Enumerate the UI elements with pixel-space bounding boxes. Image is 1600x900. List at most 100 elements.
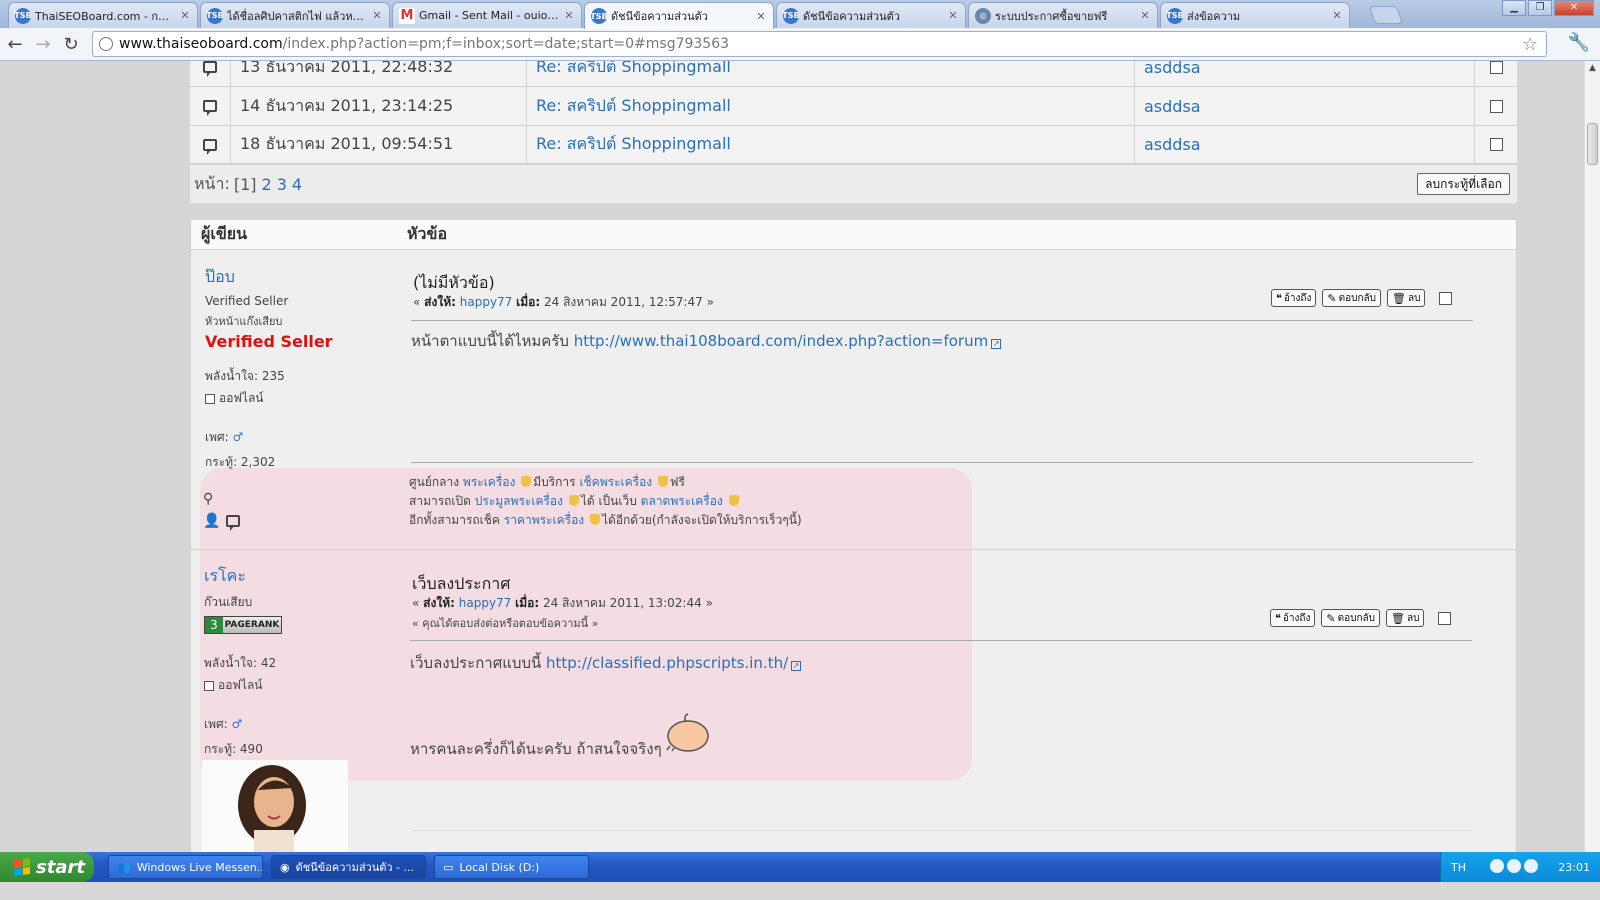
- buddy-icon[interactable]: 👤: [203, 513, 220, 529]
- reply-note-text: คุณได้ตอบส่งต่อหรือตอบข้อความนี้: [422, 617, 589, 630]
- thaiseoboard-favicon-icon: TSB: [206, 7, 224, 24]
- close-tab-icon[interactable]: ✕: [563, 9, 575, 22]
- gender-label: เพศ:: [205, 430, 229, 444]
- body-link[interactable]: http://www.thai108board.com/index.php?ac…: [574, 332, 989, 350]
- delete-button[interactable]: 🗑 ลบ: [1385, 609, 1425, 627]
- tab-send-message[interactable]: TSB ส่งข้อความ ✕: [1160, 2, 1350, 28]
- recipient-link[interactable]: happy77: [460, 295, 513, 309]
- post-author-panel: ป๊อบ Verified Seller หัวหน้าแก๊งเสียบ Ve…: [205, 265, 333, 472]
- sig-link[interactable]: ราคาพระเครื่อง: [504, 513, 584, 527]
- forward-arrow-icon[interactable]: →: [30, 31, 56, 57]
- reload-icon[interactable]: ↻: [58, 31, 84, 57]
- post-author-panel: เรโคะ ก๊วนเสียบ 3 PAGERANK พลังน้ำใจ: 42…: [204, 564, 282, 759]
- tab-thaiseoboard[interactable]: TSB ThaiSEOBoard.com - กลยุทธ S ✕: [8, 2, 198, 28]
- body-link[interactable]: http://classified.phpscripts.in.th/: [546, 654, 788, 672]
- restore-icon[interactable]: ❐: [1528, 0, 1552, 16]
- sig-link[interactable]: ตลาดพระเครื่อง: [641, 494, 723, 508]
- tray-volume-icon[interactable]: [1523, 858, 1538, 873]
- tray-network-icon[interactable]: [1506, 858, 1521, 873]
- emoticon-image: [666, 712, 710, 752]
- post-body-line2: หารคนละครึ่งก็ได้นะครับ ถ้าสนใจจริงๆ: [410, 737, 662, 761]
- tab-pm-index[interactable]: TSB ดัชนีข้อความส่วนตัว ✕: [776, 2, 966, 28]
- close-window-icon[interactable]: ✕: [1554, 0, 1594, 16]
- close-tab-icon[interactable]: ✕: [179, 9, 191, 22]
- message-select-checkbox[interactable]: [1489, 138, 1503, 151]
- tray-app-icon[interactable]: [1489, 858, 1504, 873]
- tab-pm-index-active[interactable]: TSB ดัชนีข้อความส่วนตัว ✕: [584, 2, 774, 29]
- tab-label: ดัชนีข้อความส่วนตัว: [611, 10, 708, 23]
- new-tab-button[interactable]: [1368, 6, 1404, 24]
- close-tab-icon[interactable]: ✕: [755, 10, 767, 23]
- reply-button[interactable]: ✎ ตอบกลับ: [1322, 289, 1381, 307]
- table-row[interactable]: 13 ธันวาคม 2011, 22:48:32 Re: สคริปต์ Sh…: [190, 61, 1517, 86]
- taskbar-item-messenger[interactable]: 👥 Windows Live Messen...: [108, 855, 263, 879]
- message-subject-link[interactable]: Re: สคริปต์ Shoppingmall: [527, 61, 1135, 86]
- tab-strip: TSB ThaiSEOBoard.com - กลยุทธ S ✕ TSB ได…: [0, 0, 1600, 29]
- start-button[interactable]: start: [0, 852, 94, 882]
- taskbar-label: Local Disk (D:): [459, 860, 540, 874]
- send-pm-icon[interactable]: [226, 515, 241, 531]
- address-bar[interactable]: www.thaiseoboard.com/index.php?action=pm…: [92, 31, 1547, 57]
- language-indicator[interactable]: TH: [1451, 861, 1466, 874]
- page-link[interactable]: 4: [292, 175, 302, 194]
- bookmark-star-icon[interactable]: ☆: [1522, 34, 1538, 55]
- scroll-thumb[interactable]: [1587, 123, 1598, 165]
- post-select-checkbox[interactable]: [1438, 611, 1452, 625]
- close-tab-icon[interactable]: ✕: [947, 9, 959, 22]
- taskbar-item-local-disk[interactable]: ▭ Local Disk (D:): [434, 855, 589, 879]
- table-row[interactable]: 14 ธันวาคม 2011, 23:14:25 Re: สคริปต์ Sh…: [190, 86, 1517, 125]
- post-meta: « ส่งให้: happy77 เมื่อ: 24 สิงหาคม 2011…: [412, 596, 713, 610]
- male-icon: ♂: [232, 430, 244, 444]
- page-link[interactable]: 2: [262, 175, 272, 194]
- posts-header: ผู้เขียน หัวข้อ: [191, 220, 1516, 250]
- tab-gmail[interactable]: M Gmail - Sent Mail - ouioum11@ ✕: [392, 2, 582, 28]
- recipient-link[interactable]: happy77: [459, 596, 512, 610]
- wrench-menu-icon[interactable]: 🔧: [1568, 32, 1590, 53]
- reply-button[interactable]: ✎ ตอบกลับ: [1321, 609, 1380, 627]
- message-from-link[interactable]: asddsa: [1135, 61, 1475, 86]
- quote-icon: ❝: [1276, 291, 1282, 305]
- taskbar-item-chrome[interactable]: ◉ ดัชนีข้อความส่วนตัว - ...: [271, 855, 426, 879]
- post-actions: ❝ อ้างถึง ✎ ตอบกลับ 🗑 ลบ: [1271, 289, 1453, 307]
- sig-text: ได้ เป็นเว็บ: [580, 494, 637, 508]
- system-tray: TH 23:01: [1440, 852, 1600, 882]
- close-tab-icon[interactable]: ✕: [1331, 9, 1343, 22]
- sig-link[interactable]: เช็คพระเครื่อง: [579, 475, 652, 489]
- message-select-checkbox[interactable]: [1489, 61, 1503, 74]
- taskbar-label: ดัชนีข้อความส่วนตัว - ...: [295, 861, 415, 874]
- delete-button[interactable]: 🗑 ลบ: [1386, 289, 1426, 307]
- author-name-link[interactable]: เรโคะ: [204, 564, 282, 589]
- quote-button[interactable]: ❝ อ้างถึง: [1270, 609, 1316, 627]
- page-link[interactable]: 3: [277, 175, 287, 194]
- message-subject-link[interactable]: Re: สคริปต์ Shoppingmall: [527, 126, 1135, 163]
- profile-icon[interactable]: ⚲: [203, 491, 213, 507]
- meta-on-label: เมื่อ:: [516, 295, 541, 309]
- author-profile-icons: ⚲: [203, 491, 213, 507]
- back-arrow-icon[interactable]: ←: [2, 31, 28, 57]
- author-name-link[interactable]: ป๊อบ: [205, 265, 333, 290]
- message-select-checkbox[interactable]: [1489, 99, 1503, 113]
- message-from-link[interactable]: asddsa: [1135, 87, 1475, 125]
- post-body: หน้าตาแบบนี้ได้ไหมครับ http://www.thai10…: [411, 329, 1002, 353]
- sig-link[interactable]: ประมูลพระเครื่อง: [475, 494, 563, 508]
- sig-text: ศูนย์กลาง: [409, 475, 460, 489]
- table-row[interactable]: 18 ธันวาคม 2011, 09:54:51 Re: สคริปต์ Sh…: [190, 125, 1517, 164]
- delete-selected-button[interactable]: ลบกระทู้ที่เลือก: [1417, 173, 1510, 195]
- scroll-up-icon[interactable]: ▲: [1585, 61, 1600, 76]
- quote-button[interactable]: ❝ อ้างถึง: [1271, 289, 1317, 307]
- tab-thread[interactable]: TSB ได้ชื่อลศิปคาสติกไฟ แล้วหตลอ ✕: [200, 2, 390, 28]
- message-from-link[interactable]: asddsa: [1135, 126, 1475, 163]
- close-tab-icon[interactable]: ✕: [371, 9, 383, 22]
- minimize-icon[interactable]: ▁: [1502, 0, 1526, 16]
- page-info-icon[interactable]: [99, 37, 113, 51]
- sig-link[interactable]: พระเครื่อง: [463, 475, 515, 489]
- author-rank: Verified Seller: [205, 294, 289, 308]
- message-subject-link[interactable]: Re: สคริปต์ Shoppingmall: [527, 87, 1135, 125]
- thaiseoboard-favicon-icon: TSB: [782, 7, 800, 24]
- post-select-checkbox[interactable]: [1439, 291, 1453, 305]
- tab-classifieds[interactable]: ◎ ระบบประกาศซื้อขายฟรี ✕: [968, 2, 1158, 28]
- close-tab-icon[interactable]: ✕: [1139, 9, 1151, 22]
- author-contact-icons: 👤: [203, 513, 241, 531]
- reply-icon: ✎: [1327, 291, 1337, 305]
- page-scrollbar[interactable]: ▲ ▼: [1584, 61, 1600, 871]
